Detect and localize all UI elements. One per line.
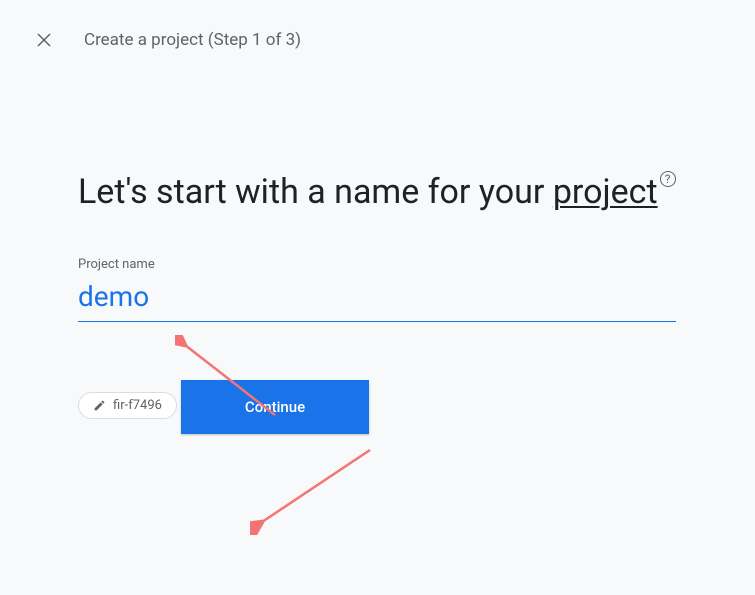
- heading-text: Let's start with a name for your: [78, 172, 553, 212]
- close-icon: [35, 31, 53, 49]
- project-name-input[interactable]: [78, 278, 676, 322]
- continue-button[interactable]: Continue: [181, 380, 369, 434]
- project-name-label: Project name: [78, 257, 677, 272]
- annotation-arrow-2: [250, 440, 380, 535]
- heading-underlined: project: [553, 172, 658, 212]
- header-title: Create a project (Step 1 of 3): [84, 30, 301, 50]
- continue-button-label: Continue: [245, 398, 305, 416]
- close-button[interactable]: [32, 28, 56, 52]
- project-id-text: fir-f7496: [113, 398, 162, 413]
- page-heading: Let's start with a name for your project…: [78, 168, 677, 217]
- project-id-chip[interactable]: fir-f7496: [78, 392, 177, 419]
- help-icon[interactable]: ?: [660, 171, 676, 187]
- pencil-icon: [93, 399, 106, 412]
